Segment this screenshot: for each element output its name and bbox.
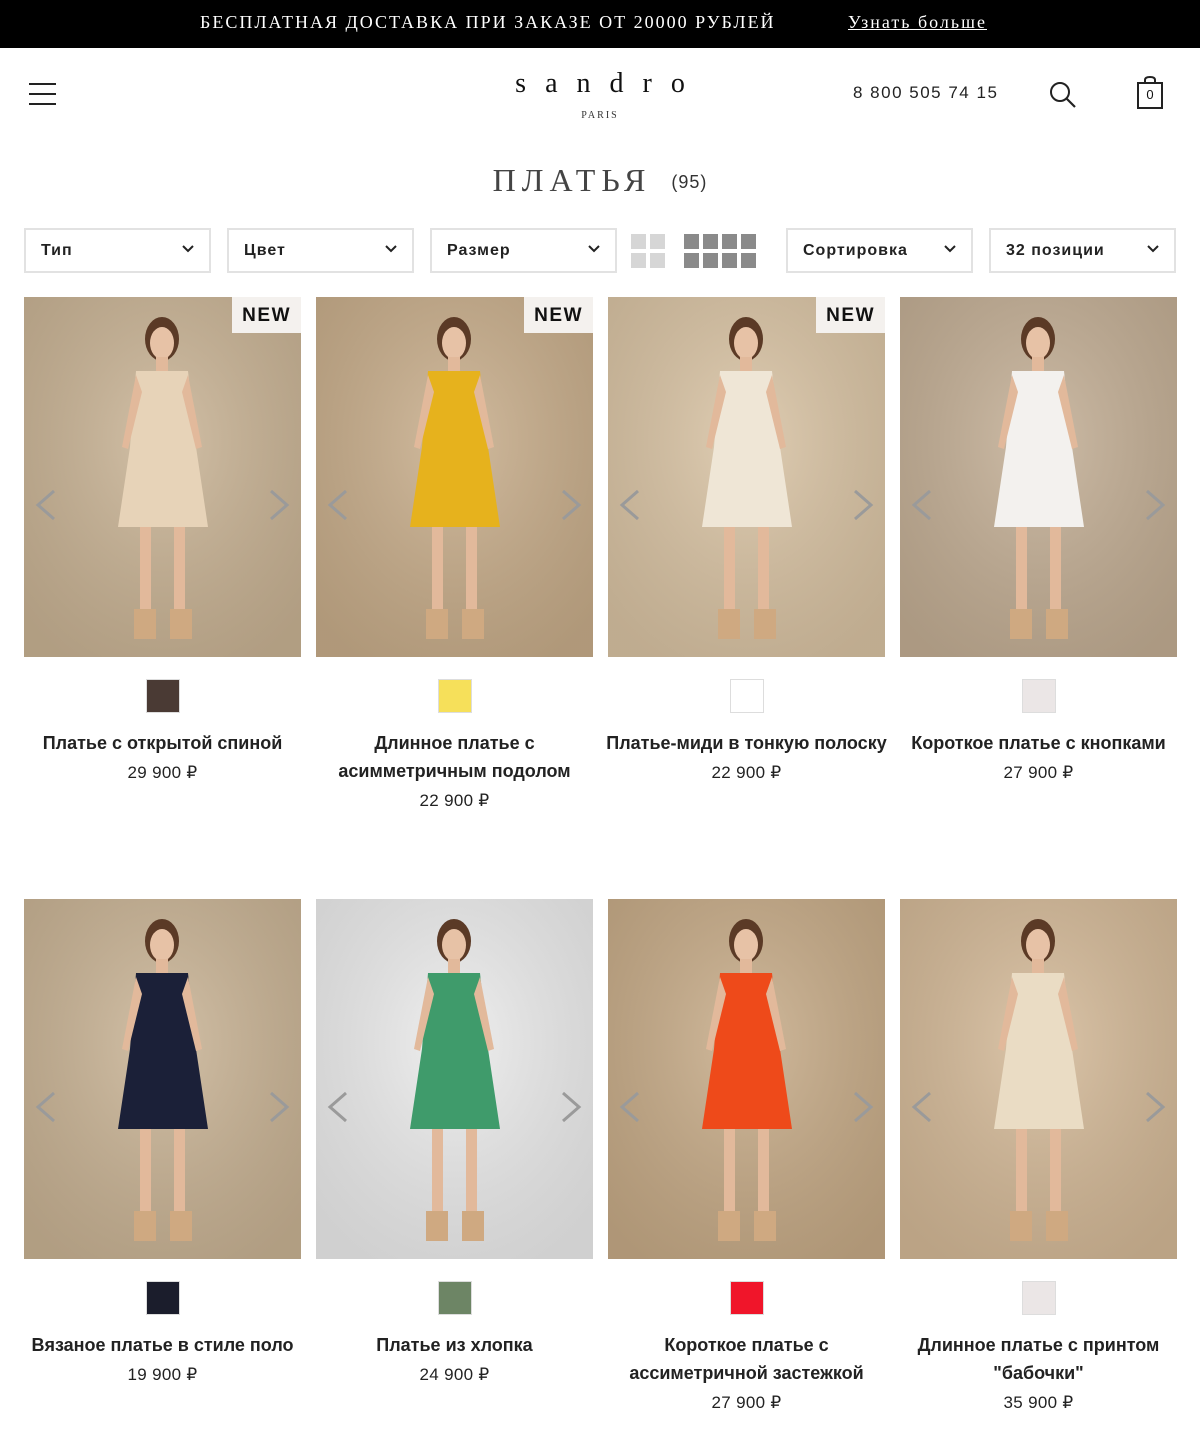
product-card[interactable]: NEW Платье с открытой спиной 29 900 ₽ [24,297,301,837]
product-image[interactable] [900,899,1177,1259]
product-image[interactable]: NEW [24,297,301,657]
filter-size-dropdown[interactable]: Размер [430,228,617,273]
page-heading: ПЛАТЬЯ (95) [0,162,1200,199]
new-badge: NEW [232,297,301,333]
product-image[interactable] [316,899,593,1259]
logo-subtitle: PARIS [581,110,619,121]
view-2-columns-icon[interactable] [631,234,665,268]
product-card[interactable]: NEW Платье-миди в тонкую полоску 22 900 ₽ [606,297,887,837]
product-image[interactable] [900,297,1177,657]
chevron-left-icon[interactable] [32,1089,60,1125]
chevron-down-icon [1147,245,1159,253]
model-photo-illustration [900,899,1177,1259]
menu-icon[interactable] [29,81,57,107]
promo-bar: БЕСПЛАТНАЯ ДОСТАВКА ПРИ ЗАКАЗЕ ОТ 20000 … [0,0,1200,48]
model-photo-illustration [608,297,885,657]
chevron-right-icon[interactable] [849,487,877,523]
cart-icon[interactable]: 0 [1136,75,1164,110]
product-name[interactable]: Длинное платье с асимметричным подолом [306,729,603,785]
new-badge: NEW [816,297,885,333]
logo[interactable]: sandro PARIS [490,68,710,121]
model-photo-illustration [24,297,301,657]
product-card[interactable]: Короткое платье с ассиметричной застежко… [608,899,885,1439]
product-name[interactable]: Короткое платье с ассиметричной застежко… [598,1331,895,1387]
cart-count: 0 [1146,87,1154,102]
model-photo-illustration [24,899,301,1259]
filter-color-dropdown[interactable]: Цвет [227,228,414,273]
chevron-left-icon[interactable] [908,1089,936,1125]
model-photo-illustration [608,899,885,1259]
color-swatch[interactable] [146,679,180,713]
chevron-left-icon[interactable] [32,487,60,523]
product-image[interactable]: NEW [608,297,885,657]
chevron-right-icon[interactable] [557,487,585,523]
product-card[interactable]: Платье из хлопка 24 900 ₽ [316,899,593,1439]
chevron-right-icon[interactable] [849,1089,877,1125]
items-per-page-dropdown[interactable]: 32 позиции [989,228,1176,273]
chevron-right-icon[interactable] [265,487,293,523]
chevron-down-icon [944,245,956,253]
product-price: 19 900 ₽ [127,1365,198,1384]
chevron-left-icon[interactable] [908,487,936,523]
product-price: 22 900 ₽ [711,763,782,782]
product-image[interactable] [608,899,885,1259]
product-price: 35 900 ₽ [1003,1393,1074,1412]
chevron-down-icon [385,245,397,253]
product-card[interactable]: Длинное платье с принтом "бабочки" 35 900… [900,899,1177,1439]
color-swatch[interactable] [438,1281,472,1315]
product-price: 27 900 ₽ [711,1393,782,1412]
chevron-right-icon[interactable] [1141,487,1169,523]
chevron-down-icon [588,245,600,253]
promo-text: БЕСПЛАТНАЯ ДОСТАВКА ПРИ ЗАКАЗЕ ОТ 20000 … [200,12,776,32]
new-badge: NEW [524,297,593,333]
product-count: (95) [671,172,708,192]
chevron-down-icon [182,245,194,253]
product-price: 24 900 ₽ [419,1365,490,1384]
search-icon[interactable] [1048,80,1078,110]
sort-dropdown[interactable]: Сортировка [786,228,973,273]
view-4-columns-icon[interactable] [684,234,756,268]
site-header: sandro PARIS 8 800 505 74 15 0 [0,48,1200,148]
product-name[interactable]: Короткое платье с кнопками [890,729,1187,757]
phone-number[interactable]: 8 800 505 74 15 [853,83,998,103]
model-photo-illustration [316,899,593,1259]
filter-size-label: Размер [447,242,511,259]
color-swatch[interactable] [730,1281,764,1315]
chevron-left-icon[interactable] [616,487,644,523]
color-swatch[interactable] [1022,1281,1056,1315]
items-per-page-label: 32 позиции [1006,242,1105,259]
product-image[interactable]: NEW [316,297,593,657]
page-title: ПЛАТЬЯ [492,162,652,198]
product-card[interactable]: NEW Длинное платье с асимметричным подоло… [316,297,593,837]
chevron-right-icon[interactable] [1141,1089,1169,1125]
model-photo-illustration [316,297,593,657]
chevron-right-icon[interactable] [557,1089,585,1125]
logo-wordmark: sandro [515,68,704,99]
filter-color-label: Цвет [244,242,286,259]
product-price: 27 900 ₽ [1003,763,1074,782]
product-price: 29 900 ₽ [127,763,198,782]
sort-label: Сортировка [803,242,908,259]
product-card[interactable]: Вязаное платье в стиле поло 19 900 ₽ [24,899,301,1439]
color-swatch[interactable] [730,679,764,713]
product-image[interactable] [24,899,301,1259]
product-name[interactable]: Вязаное платье в стиле поло [14,1331,311,1359]
product-name[interactable]: Платье-миди в тонкую полоску [598,729,895,757]
product-name[interactable]: Платье из хлопка [306,1331,603,1359]
chevron-left-icon[interactable] [324,1089,352,1125]
product-card[interactable]: Короткое платье с кнопками 27 900 ₽ [900,297,1177,837]
color-swatch[interactable] [146,1281,180,1315]
chevron-left-icon[interactable] [616,1089,644,1125]
filter-type-dropdown[interactable]: Тип [24,228,211,273]
color-swatch[interactable] [438,679,472,713]
chevron-right-icon[interactable] [265,1089,293,1125]
product-price: 22 900 ₽ [419,791,490,810]
product-name[interactable]: Длинное платье с принтом "бабочки" [890,1331,1187,1387]
chevron-left-icon[interactable] [324,487,352,523]
filter-type-label: Тип [41,242,73,259]
color-swatch[interactable] [1022,679,1056,713]
promo-learn-more-link[interactable]: Узнать больше [848,12,987,33]
model-photo-illustration [900,297,1177,657]
product-name[interactable]: Платье с открытой спиной [14,729,311,757]
